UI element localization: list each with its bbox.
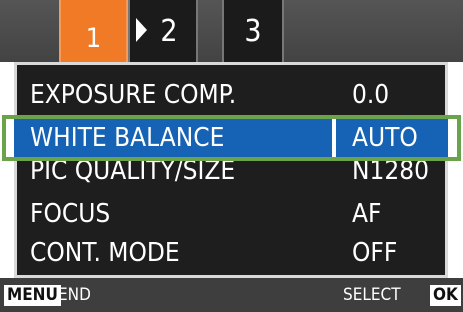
menu-item-value: N1280 — [352, 159, 430, 186]
menu-item-white-balance[interactable]: WHITE BALANCE AUTO — [14, 118, 448, 158]
menu-item-cont-mode[interactable]: CONT. MODE OFF — [14, 233, 448, 273]
menu-key[interactable]: MENU — [4, 285, 61, 306]
select-action-label: SELECT — [343, 285, 401, 305]
menu-item-label: CONT. MODE — [30, 238, 180, 268]
menu-item-label: PIC QUALITY/SIZE — [30, 159, 236, 186]
menu-item-value: 0.0 — [352, 80, 390, 110]
menu-item-value: AUTO — [352, 123, 418, 153]
tab-3[interactable]: 3 — [222, 0, 284, 62]
tab-bar: 1 2 3 — [0, 0, 463, 62]
tab-2[interactable]: 2 — [128, 0, 198, 62]
menu-item-value: AF — [352, 199, 382, 229]
camera-menu-screen: 1 2 3 EXPOSURE COMP. 0.0 WHITE BALANCE A… — [0, 0, 463, 312]
menu-item-label: EXPOSURE COMP. — [30, 80, 237, 110]
menu-item-pic-quality-size[interactable]: PIC QUALITY/SIZE N1280 — [14, 159, 448, 191]
tab-3-label: 3 — [244, 13, 262, 49]
menu-item-label: FOCUS — [30, 199, 111, 229]
menu-item-label: WHITE BALANCE — [30, 123, 225, 153]
menu-item-focus[interactable]: FOCUS AF — [14, 194, 448, 234]
button-guide-bar: MENU END SELECT OK — [0, 278, 463, 312]
tab-1[interactable]: 1 — [59, 0, 128, 62]
tab-1-label: 1 — [85, 23, 102, 54]
play-arrow-icon — [136, 18, 147, 42]
ok-key[interactable]: OK — [430, 285, 461, 306]
menu-item-exposure-comp[interactable]: EXPOSURE COMP. 0.0 — [14, 75, 448, 115]
menu-action-label: END — [58, 285, 91, 305]
tab-2-label: 2 — [160, 13, 178, 49]
menu-item-value: OFF — [352, 238, 398, 268]
